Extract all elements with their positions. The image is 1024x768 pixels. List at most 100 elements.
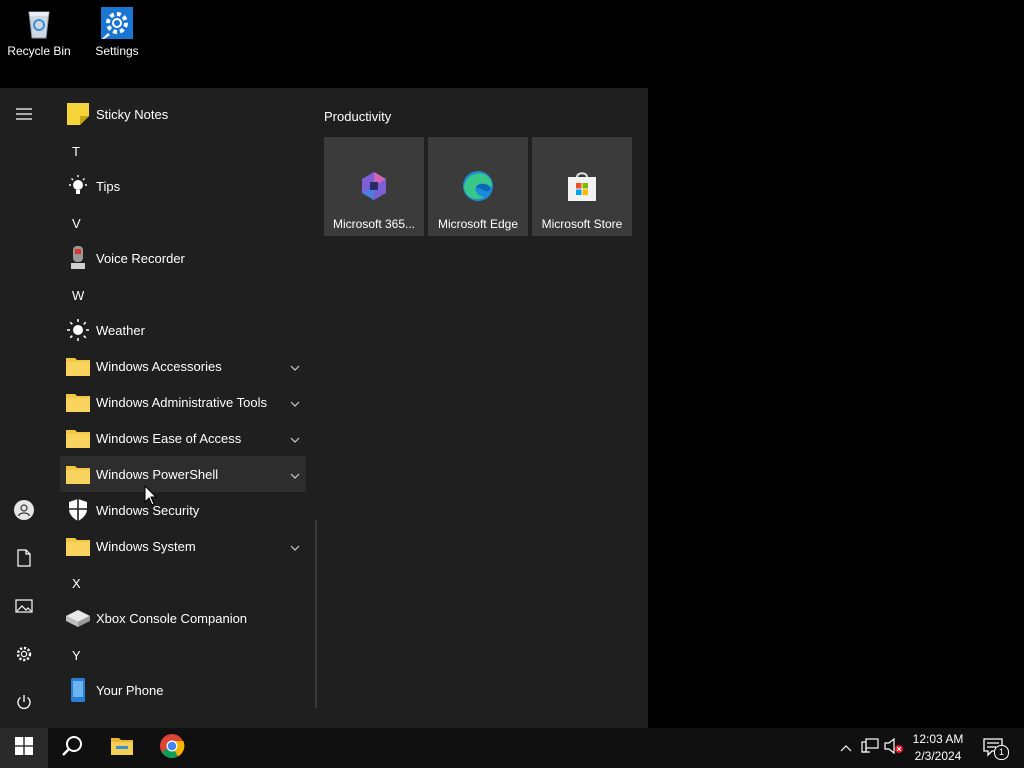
account-button[interactable] bbox=[0, 488, 48, 536]
tile-label: Microsoft 365... bbox=[332, 217, 416, 231]
notification-icon: 1 bbox=[983, 738, 1009, 760]
gear-icon bbox=[15, 645, 33, 668]
chrome-button[interactable] bbox=[148, 728, 196, 768]
app-xbox-console-companion[interactable]: Xbox Console Companion bbox=[60, 600, 306, 636]
folder-label: Windows Administrative Tools bbox=[96, 394, 267, 410]
tile-label: Microsoft Store bbox=[541, 217, 623, 231]
start-menu: Sticky Notes T Tips V Voice Recorder W W… bbox=[0, 88, 648, 728]
pictures-icon bbox=[15, 598, 33, 618]
microsoft-365-icon bbox=[357, 169, 391, 203]
shield-icon bbox=[62, 494, 94, 526]
letter-header-x[interactable]: X bbox=[60, 565, 120, 601]
chevron-down-icon bbox=[290, 540, 300, 551]
app-list: Sticky Notes T Tips V Voice Recorder W W… bbox=[60, 88, 306, 728]
folder-label: Windows PowerShell bbox=[96, 466, 219, 482]
search-button[interactable] bbox=[48, 728, 96, 768]
phone-icon bbox=[62, 674, 94, 706]
volume-button[interactable] bbox=[884, 737, 904, 759]
hamburger-icon bbox=[15, 107, 33, 126]
search-icon bbox=[61, 735, 83, 762]
power-icon bbox=[16, 694, 32, 715]
clock[interactable]: 12:03 AM 2/3/2024 bbox=[906, 731, 970, 765]
mouse-cursor-icon bbox=[144, 484, 158, 507]
file-explorer-button[interactable] bbox=[98, 728, 146, 768]
folder-windows-system[interactable]: Windows System bbox=[60, 528, 306, 564]
app-label: Weather bbox=[96, 322, 145, 338]
folder-label: Windows System bbox=[96, 538, 196, 554]
folder-icon bbox=[62, 422, 94, 454]
action-center-button[interactable]: 1 bbox=[982, 738, 1009, 760]
app-sticky-notes[interactable]: Sticky Notes bbox=[60, 96, 306, 132]
app-label: Xbox Console Companion bbox=[96, 610, 248, 626]
tile-microsoft-edge[interactable]: Microsoft Edge bbox=[428, 137, 528, 236]
taskbar: 12:03 AM 2/3/2024 1 bbox=[0, 728, 1024, 768]
settings-button[interactable] bbox=[0, 632, 48, 680]
tile-microsoft-365[interactable]: Microsoft 365... bbox=[324, 137, 424, 236]
letter-header-v[interactable]: V bbox=[60, 205, 120, 241]
letter-header-w[interactable]: W bbox=[60, 277, 120, 313]
app-label: Your Phone bbox=[96, 682, 164, 698]
recycle-bin-label: Recycle Bin bbox=[7, 44, 71, 58]
edge-icon bbox=[461, 169, 495, 203]
windows-logo-icon bbox=[15, 736, 33, 760]
folder-icon bbox=[62, 350, 94, 382]
chevron-down-icon bbox=[290, 360, 300, 371]
clock-date: 2/3/2024 bbox=[914, 749, 962, 763]
folder-icon bbox=[62, 386, 94, 418]
notification-count-badge: 1 bbox=[994, 745, 1009, 760]
app-label: Sticky Notes bbox=[96, 106, 169, 122]
network-icon bbox=[861, 737, 879, 759]
power-button[interactable] bbox=[0, 680, 48, 728]
sun-icon bbox=[62, 314, 94, 346]
tile-label: Microsoft Edge bbox=[437, 217, 519, 231]
app-voice-recorder[interactable]: Voice Recorder bbox=[60, 240, 306, 276]
settings-desktop-icon[interactable]: Settings bbox=[78, 6, 156, 58]
app-list-scrollbar[interactable] bbox=[315, 520, 317, 708]
app-windows-security[interactable]: Windows Security bbox=[60, 492, 306, 528]
microphone-icon bbox=[62, 242, 94, 274]
letter-header-t[interactable]: T bbox=[60, 133, 120, 169]
folder-windows-powershell[interactable]: Windows PowerShell bbox=[60, 456, 306, 492]
app-tips[interactable]: Tips bbox=[60, 168, 306, 204]
lightbulb-icon bbox=[62, 170, 94, 202]
volume-muted-icon bbox=[884, 737, 904, 759]
recycle-bin-icon bbox=[23, 6, 55, 40]
letter-header-y[interactable]: Y bbox=[60, 637, 120, 673]
tile-microsoft-store[interactable]: Microsoft Store bbox=[532, 137, 632, 236]
pictures-button[interactable] bbox=[0, 584, 48, 632]
document-icon bbox=[17, 548, 31, 572]
folder-label: Windows Accessories bbox=[96, 358, 222, 374]
sticky-notes-icon bbox=[62, 98, 94, 130]
show-hidden-icons-button[interactable] bbox=[836, 738, 856, 758]
chevron-down-icon bbox=[290, 396, 300, 407]
network-button[interactable] bbox=[860, 737, 880, 759]
tile-group-title[interactable]: Productivity bbox=[324, 109, 391, 124]
settings-label: Settings bbox=[95, 44, 139, 58]
folder-label: Windows Ease of Access bbox=[96, 430, 242, 446]
chrome-icon bbox=[159, 733, 185, 764]
chevron-down-icon bbox=[290, 468, 300, 479]
clock-time: 12:03 AM bbox=[912, 732, 964, 746]
folder-windows-accessories[interactable]: Windows Accessories bbox=[60, 348, 306, 384]
chevron-down-icon bbox=[290, 432, 300, 443]
folder-windows-ease-of-access[interactable]: Windows Ease of Access bbox=[60, 420, 306, 456]
folder-icon bbox=[62, 530, 94, 562]
start-rail bbox=[0, 88, 48, 728]
store-icon bbox=[565, 169, 599, 203]
user-icon bbox=[13, 499, 35, 526]
settings-gear-icon bbox=[101, 6, 133, 40]
recycle-bin-desktop-icon[interactable]: Recycle Bin bbox=[0, 6, 78, 58]
documents-button[interactable] bbox=[0, 536, 48, 584]
chevron-up-icon bbox=[840, 739, 852, 757]
app-label: Tips bbox=[96, 178, 121, 194]
start-button[interactable] bbox=[0, 728, 48, 768]
folder-icon bbox=[62, 458, 94, 490]
app-your-phone[interactable]: Your Phone bbox=[60, 672, 306, 708]
xbox-console-icon bbox=[62, 602, 94, 634]
folder-windows-administrative-tools[interactable]: Windows Administrative Tools bbox=[60, 384, 306, 420]
desktop: Recycle Bin Settings Sticky Notes T Tips… bbox=[0, 0, 1024, 768]
folder-icon bbox=[110, 736, 134, 761]
app-label: Voice Recorder bbox=[96, 250, 185, 266]
app-weather[interactable]: Weather bbox=[60, 312, 306, 348]
expand-menu-button[interactable] bbox=[0, 92, 48, 140]
